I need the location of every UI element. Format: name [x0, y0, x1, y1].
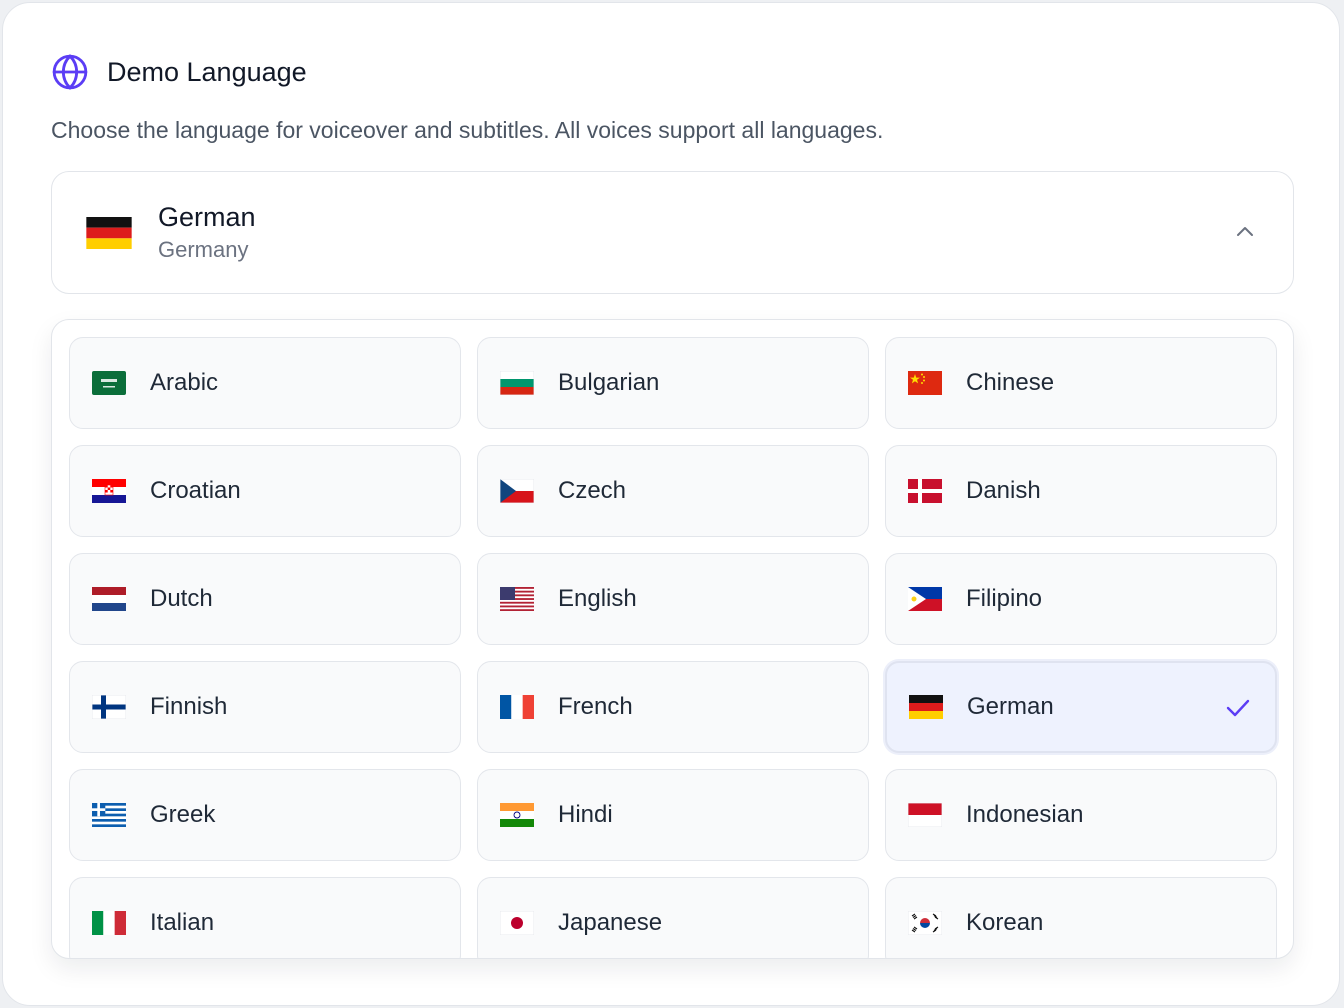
- flag-dk-icon: [908, 479, 942, 503]
- language-option-german[interactable]: German: [885, 661, 1277, 753]
- language-option-czech[interactable]: Czech: [477, 445, 869, 537]
- language-option-label: Bulgarian: [558, 369, 660, 396]
- language-options-grid: Arabic Bulgarian Chinese Croatian Czech …: [69, 337, 1277, 958]
- language-option-label: Finnish: [150, 693, 228, 720]
- flag-kr-icon: [908, 911, 942, 935]
- globe-icon: [51, 53, 89, 91]
- language-option-japanese[interactable]: Japanese: [477, 877, 869, 958]
- language-option-label: French: [558, 693, 633, 720]
- flag-de-icon: [86, 216, 132, 249]
- language-selector[interactable]: German Germany: [51, 171, 1294, 294]
- flag-id-icon: [908, 803, 942, 827]
- language-option-label: Filipino: [966, 585, 1043, 612]
- flag-it-icon: [92, 911, 126, 935]
- language-option-finnish[interactable]: Finnish: [69, 661, 461, 753]
- flag-us-icon: [500, 587, 534, 611]
- card-header: Demo Language: [51, 53, 307, 91]
- selected-language-country: Germany: [158, 236, 249, 262]
- flag-cn-icon: [908, 371, 942, 395]
- page-title: Demo Language: [107, 56, 307, 87]
- flag-de-icon: [909, 695, 943, 719]
- language-option-hindi[interactable]: Hindi: [477, 769, 869, 861]
- language-option-label: Japanese: [558, 909, 663, 936]
- language-option-label: Greek: [150, 801, 216, 828]
- language-option-label: Chinese: [966, 369, 1055, 396]
- language-option-korean[interactable]: Korean: [885, 877, 1277, 958]
- language-option-label: Czech: [558, 477, 627, 504]
- language-option-chinese[interactable]: Chinese: [885, 337, 1277, 429]
- language-option-label: Italian: [150, 909, 215, 936]
- flag-fi-icon: [92, 695, 126, 719]
- language-option-label: Dutch: [150, 585, 213, 612]
- language-option-label: Korean: [966, 909, 1044, 936]
- language-option-arabic[interactable]: Arabic: [69, 337, 461, 429]
- selected-language-name: German: [158, 201, 256, 232]
- language-option-croatian[interactable]: Croatian: [69, 445, 461, 537]
- language-option-danish[interactable]: Danish: [885, 445, 1277, 537]
- language-option-filipino[interactable]: Filipino: [885, 553, 1277, 645]
- language-card: Demo Language Choose the language for vo…: [2, 2, 1340, 1006]
- language-option-dutch[interactable]: Dutch: [69, 553, 461, 645]
- language-option-label: Danish: [966, 477, 1041, 504]
- language-option-label: Hindi: [558, 801, 613, 828]
- language-option-label: German: [967, 693, 1054, 720]
- flag-hr-icon: [92, 479, 126, 503]
- flag-sa-icon: [92, 371, 126, 395]
- language-option-indonesian[interactable]: Indonesian: [885, 769, 1277, 861]
- flag-cz-icon: [500, 479, 534, 503]
- language-option-bulgarian[interactable]: Bulgarian: [477, 337, 869, 429]
- flag-jp-icon: [500, 911, 534, 935]
- flag-in-icon: [500, 803, 534, 827]
- check-icon: [1225, 697, 1251, 719]
- language-option-label: Indonesian: [966, 801, 1084, 828]
- language-option-english[interactable]: English: [477, 553, 869, 645]
- language-options-panel[interactable]: Arabic Bulgarian Chinese Croatian Czech …: [51, 319, 1294, 959]
- language-option-french[interactable]: French: [477, 661, 869, 753]
- flag-ph-icon: [908, 587, 942, 611]
- language-option-label: Arabic: [150, 369, 219, 396]
- flag-nl-icon: [92, 587, 126, 611]
- description-text: Choose the language for voiceover and su…: [51, 117, 884, 143]
- flag-gr-icon: [92, 803, 126, 827]
- flag-fr-icon: [500, 695, 534, 719]
- language-option-greek[interactable]: Greek: [69, 769, 461, 861]
- language-option-italian[interactable]: Italian: [69, 877, 461, 958]
- flag-bg-icon: [500, 371, 534, 395]
- chevron-up-icon[interactable]: [1233, 220, 1257, 244]
- language-option-label: English: [558, 585, 637, 612]
- language-option-label: Croatian: [150, 477, 241, 504]
